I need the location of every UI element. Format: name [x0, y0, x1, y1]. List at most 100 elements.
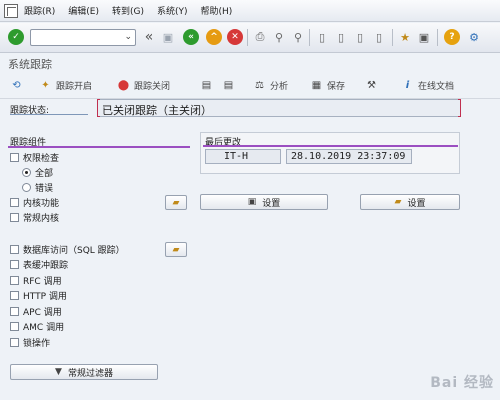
last-change-user: IT-H [224, 151, 249, 162]
checkbox-box[interactable] [10, 244, 19, 254]
general-kernel-checkbox[interactable]: 常规内核 [10, 211, 60, 224]
amc-call-checkbox[interactable]: AMC 调用 [10, 320, 65, 333]
activate-icon-button[interactable]: ⟲ [10, 77, 27, 93]
checkbox-box[interactable] [10, 259, 19, 269]
checkbox-box[interactable] [10, 212, 19, 222]
apc-call-label: APC 调用 [23, 307, 62, 318]
last-change-user-field: IT-H [205, 149, 281, 164]
customize-layout-icon[interactable]: ⚙ [466, 29, 482, 45]
trace-off-button[interactable]: ⬤ 跟踪关闭 [117, 77, 170, 93]
save-label: 保存 [327, 81, 346, 92]
analysis-icon: ⚖ [255, 79, 264, 91]
kernel-functions-label: 内核功能 [23, 198, 60, 209]
chevron-down-icon[interactable]: ⌄ [124, 32, 132, 42]
field-left-marker [97, 99, 100, 117]
trace-on-label: 跟踪开启 [56, 81, 93, 92]
collapse-icon[interactable]: « [141, 29, 157, 45]
menu-edit[interactable]: 编辑(E) [68, 4, 99, 17]
exit-icon[interactable]: ^ [206, 29, 222, 45]
apc-call-checkbox[interactable]: APC 调用 [10, 305, 62, 318]
filter-list-icon: ▤ [201, 79, 212, 91]
enter-check-icon[interactable]: ✓ [8, 29, 24, 45]
new-session-icon[interactable]: ★ [397, 29, 413, 45]
http-call-label: HTTP 调用 [23, 291, 67, 302]
checkbox-box[interactable] [10, 337, 19, 347]
http-call-checkbox[interactable]: HTTP 调用 [10, 289, 67, 302]
kernel-functions-checkbox[interactable]: 内核功能 [10, 196, 60, 209]
application-toolbar: ⟲ ✦ 跟踪开启 ⬤ 跟踪关闭 ▤ ▤ ⚖ 分析 ▦ 保存 ⚒ i 在线文档 [0, 71, 500, 99]
radio-error-label: 错误 [35, 183, 54, 194]
db-access-label: 数据库访问（SQL 跟踪） [23, 245, 125, 256]
trace-off-label: 跟踪关闭 [134, 81, 171, 92]
save-button[interactable]: ▦ 保存 [310, 77, 345, 93]
menu-system[interactable]: 系统(Y) [157, 4, 188, 17]
window-icon[interactable] [4, 3, 18, 18]
toolbar-separator [437, 29, 438, 46]
table-buffer-label: 表缓冲跟踪 [23, 260, 69, 271]
db-detail-button[interactable]: ▰ [165, 242, 187, 257]
prev-page-icon[interactable]: ▯ [333, 29, 349, 45]
kernel-detail-button[interactable]: ▰ [165, 195, 187, 210]
authority-check-label: 权限检查 [23, 153, 60, 164]
toolbar-separator [309, 29, 310, 46]
radio-all-label: 全部 [35, 168, 54, 179]
radio-button[interactable] [22, 182, 31, 192]
display-list-button[interactable]: ▤ [222, 77, 239, 93]
first-page-icon[interactable]: ▯ [314, 29, 330, 45]
radio-all[interactable]: 全部 [22, 166, 54, 179]
checkbox-box[interactable] [10, 152, 19, 162]
settings-right-button[interactable]: ▰ 设置 [360, 194, 460, 210]
field-right-marker [458, 99, 461, 117]
cancel-icon[interactable]: ✕ [227, 29, 243, 45]
checkbox-box[interactable] [10, 290, 19, 300]
table-buffer-checkbox[interactable]: 表缓冲跟踪 [10, 258, 69, 271]
next-page-icon[interactable]: ▯ [352, 29, 368, 45]
folder-arrow-icon: ▰ [172, 197, 180, 208]
trace-status-field: 已关闭跟踪（主关闭） [97, 99, 461, 117]
checkbox-box[interactable] [10, 306, 19, 316]
rfc-call-checkbox[interactable]: RFC 调用 [10, 274, 62, 287]
tools-button[interactable]: ⚒ [365, 77, 382, 93]
analysis-label: 分析 [270, 81, 289, 92]
general-kernel-label: 常规内核 [23, 213, 60, 224]
authority-check-checkbox[interactable]: 权限检查 [10, 151, 60, 164]
checkbox-box[interactable] [10, 197, 19, 207]
checkbox-box[interactable] [10, 275, 19, 285]
settings-left-button[interactable]: ▣ 设置 [200, 194, 328, 210]
save-icon[interactable]: ▣ [160, 29, 176, 45]
general-filter-button[interactable]: ▼ 常规过滤器 [10, 364, 158, 380]
folder-icon: ▰ [394, 197, 402, 207]
lock-ops-label: 锁操作 [23, 338, 51, 349]
rfc-call-label: RFC 调用 [23, 276, 62, 287]
activate-icon: ⟲ [12, 79, 21, 91]
settings-left-label: 设置 [262, 198, 281, 209]
general-filter-label: 常规过滤器 [67, 368, 113, 379]
toolbar-separator [392, 29, 393, 46]
menu-goto[interactable]: 转到(G) [112, 4, 144, 17]
menu-help[interactable]: 帮助(H) [201, 4, 233, 17]
checkbox-box[interactable] [10, 321, 19, 331]
radio-error[interactable]: 错误 [22, 181, 54, 194]
lock-ops-checkbox[interactable]: 锁操作 [10, 336, 51, 349]
menu-trace[interactable]: 跟踪(R) [24, 4, 55, 17]
menu-bar: 跟踪(R) 编辑(E) 转到(G) 系统(Y) 帮助(H) [0, 0, 500, 22]
help-icon[interactable]: ? [444, 29, 460, 45]
command-field[interactable]: ⌄ [30, 29, 136, 46]
trace-on-button[interactable]: ✦ 跟踪开启 [39, 77, 92, 93]
last-page-icon[interactable]: ▯ [371, 29, 387, 45]
find-next-icon[interactable]: ⚲ [290, 29, 306, 45]
db-access-checkbox[interactable]: 数据库访问（SQL 跟踪） [10, 243, 125, 256]
save-icon: ▦ [311, 79, 322, 91]
stop-icon: ⬤ [117, 79, 130, 91]
amc-call-label: AMC 调用 [23, 322, 65, 333]
folder-arrow-icon: ▰ [172, 244, 180, 255]
display-filter-button[interactable]: ▤ [200, 77, 217, 93]
online-doc-button[interactable]: i 在线文档 [401, 77, 454, 93]
back-icon[interactable]: « [183, 29, 199, 45]
find-icon[interactable]: ⚲ [271, 29, 287, 45]
radio-button-selected[interactable] [22, 167, 31, 177]
analysis-button[interactable]: ⚖ 分析 [253, 77, 288, 93]
shortcut-icon[interactable]: ▣ [416, 29, 432, 45]
print-icon[interactable]: ⎙ [252, 29, 268, 45]
page-title: 系统跟踪 [8, 58, 52, 71]
